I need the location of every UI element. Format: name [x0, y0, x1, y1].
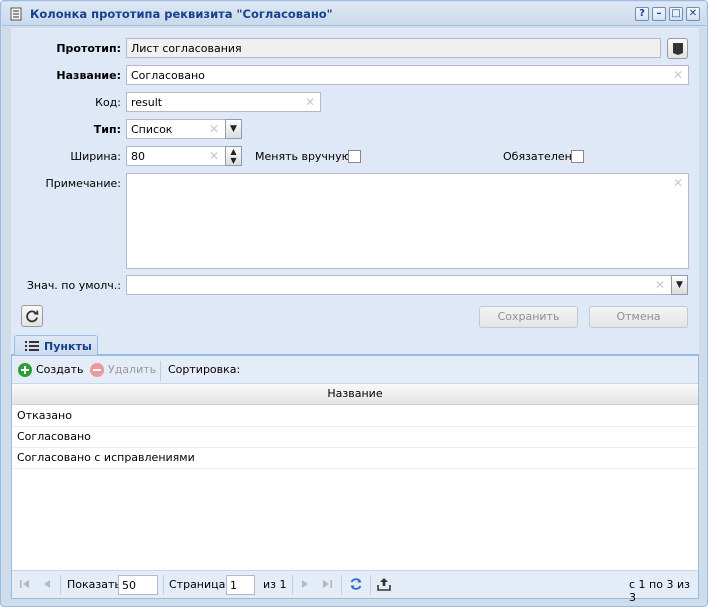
name-field[interactable]: Согласовано ✕: [126, 65, 689, 85]
delete-label: Удалить: [108, 363, 157, 376]
refresh-button[interactable]: [21, 305, 43, 327]
manual-label: Менять вручную:: [255, 150, 355, 163]
pager-separator: [292, 575, 293, 595]
page-size-field[interactable]: 50: [118, 575, 158, 595]
prototype-picker-button[interactable]: [667, 38, 688, 59]
first-page-icon[interactable]: [18, 577, 32, 591]
page-number-field[interactable]: 1: [226, 575, 255, 595]
pager-separator: [60, 575, 61, 595]
items-grid-panel: Создать Удалить Сортировка: Название Отк…: [11, 355, 699, 604]
clear-icon[interactable]: ✕: [305, 95, 315, 109]
table-row[interactable]: Согласовано с исправлениями: [12, 448, 698, 469]
grid-toolbar: Создать Удалить Сортировка:: [12, 356, 698, 384]
paging-toolbar: Показать 50 Страница 1 из 1 с 1 по 3 из …: [12, 570, 698, 604]
type-label: Тип:: [93, 123, 121, 136]
page-label: Страница: [169, 578, 226, 591]
table-row[interactable]: Отказано: [12, 406, 698, 427]
tab-strip: Пункты: [11, 333, 699, 356]
reload-icon[interactable]: [349, 577, 363, 591]
tab-items[interactable]: Пункты: [14, 335, 98, 356]
note-textarea[interactable]: ✕: [126, 173, 689, 269]
clear-icon[interactable]: ✕: [655, 278, 665, 292]
maximize-button[interactable]: □: [669, 7, 683, 21]
type-combobox[interactable]: Список ✕: [126, 119, 226, 139]
name-value: Согласовано: [131, 69, 205, 82]
cancel-button[interactable]: Отмена: [589, 306, 688, 328]
page-count-label: из 1: [263, 578, 287, 591]
clear-icon[interactable]: ✕: [673, 68, 683, 82]
dialog-window: Колонка прототипа реквизита "Согласовано…: [0, 0, 708, 607]
note-label: Примечание:: [45, 177, 121, 190]
tab-label: Пункты: [44, 340, 92, 353]
prototype-label: Прототип:: [56, 42, 121, 55]
spinner-arrows-icon[interactable]: ▲ ▼: [225, 146, 242, 166]
clear-icon[interactable]: ✕: [209, 149, 219, 163]
width-value: 80: [131, 150, 145, 163]
type-value: Список: [131, 123, 173, 136]
pager-separator: [163, 575, 164, 595]
close-button[interactable]: ✕: [686, 7, 700, 21]
default-label: Знач. по умолч.:: [26, 279, 121, 292]
plus-icon: [18, 363, 32, 377]
clear-icon[interactable]: ✕: [673, 176, 683, 190]
width-field[interactable]: 80 ✕: [126, 146, 226, 166]
bookmark-icon: [673, 43, 683, 55]
clear-icon[interactable]: ✕: [209, 122, 219, 136]
next-page-icon[interactable]: [298, 577, 312, 591]
minimize-button[interactable]: –: [652, 7, 666, 21]
column-header-name[interactable]: Название: [12, 384, 698, 405]
refresh-icon: [26, 310, 39, 323]
manual-checkbox[interactable]: [348, 150, 361, 163]
table-row[interactable]: Согласовано: [12, 427, 698, 448]
help-button[interactable]: ?: [635, 7, 649, 21]
chevron-down-icon[interactable]: ▼: [225, 119, 242, 139]
grid-body: Отказано Согласовано Согласовано с испра…: [12, 406, 698, 469]
required-checkbox[interactable]: [571, 150, 584, 163]
name-label: Название:: [56, 69, 121, 82]
title-bar[interactable]: Колонка прототипа реквизита "Согласовано…: [2, 2, 706, 26]
code-label: Код:: [95, 96, 121, 109]
pager-separator: [341, 575, 342, 595]
paging-summary: с 1 по 3 из 3: [629, 578, 690, 604]
save-button[interactable]: Сохранить: [479, 306, 578, 328]
last-page-icon[interactable]: [320, 577, 334, 591]
delete-button[interactable]: Удалить: [88, 362, 156, 379]
chevron-down-icon[interactable]: ▼: [671, 275, 688, 295]
code-field[interactable]: result ✕: [126, 92, 321, 112]
width-label: Ширина:: [70, 150, 121, 163]
export-icon[interactable]: [377, 577, 391, 591]
create-button[interactable]: Создать: [16, 362, 86, 379]
prototype-field[interactable]: Лист согласования: [126, 38, 661, 58]
pager-separator: [370, 575, 371, 595]
minus-icon: [90, 363, 104, 377]
code-value: result: [131, 96, 163, 109]
create-label: Создать: [36, 363, 84, 376]
list-icon: [25, 341, 39, 351]
show-label: Показать: [67, 578, 121, 591]
list-icon: [10, 7, 22, 21]
toolbar-separator: [160, 361, 161, 381]
sort-label: Сортировка:: [168, 363, 241, 376]
required-label: Обязателен:: [503, 150, 576, 163]
default-combobox[interactable]: ✕: [126, 275, 672, 295]
window-title: Колонка прототипа реквизита "Согласовано…: [30, 7, 333, 21]
prev-page-icon[interactable]: [40, 577, 54, 591]
